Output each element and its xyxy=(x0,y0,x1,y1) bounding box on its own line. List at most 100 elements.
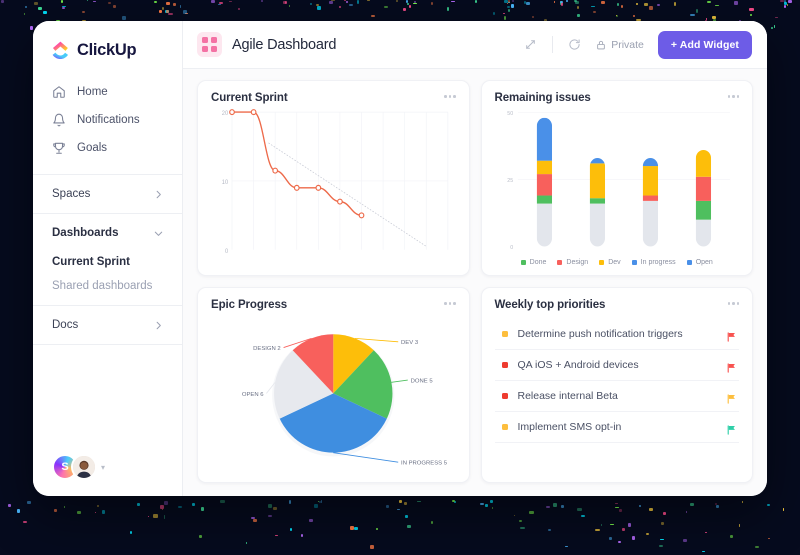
priority-label: Implement SMS opt-in xyxy=(518,421,718,433)
widget-epic-progress: Epic Progress DEV 3DONE 5IN PROGRESS 5OP… xyxy=(197,287,470,483)
brand[interactable]: ClickUp xyxy=(33,21,182,76)
svg-text:OPEN 6: OPEN 6 xyxy=(242,392,264,398)
legend-swatch xyxy=(521,260,526,265)
svg-text:DESIGN 2: DESIGN 2 xyxy=(253,346,281,352)
more-options-icon[interactable] xyxy=(728,92,740,98)
sidebar-item-label: Home xyxy=(77,86,108,98)
legend-item[interactable]: Done xyxy=(521,259,547,266)
expand-arrow-icon[interactable] xyxy=(519,38,542,51)
priority-status-dot xyxy=(502,393,508,399)
svg-text:0: 0 xyxy=(510,245,513,251)
app-window: ClickUp Home Notifications Goals xyxy=(33,21,767,496)
priority-list: Determine push notification triggers QA i… xyxy=(495,311,740,443)
card-header: Weekly top priorities xyxy=(495,299,740,311)
legend-item[interactable]: Open xyxy=(687,259,713,266)
chevron-down-icon xyxy=(153,228,164,239)
card-header: Epic Progress xyxy=(211,299,456,311)
priority-label: QA iOS + Android devices xyxy=(518,359,718,371)
sidebar-item-label: Goals xyxy=(77,142,107,154)
priority-status-dot xyxy=(502,331,508,337)
svg-text:25: 25 xyxy=(507,178,513,184)
sidebar-item-label: Notifications xyxy=(77,114,140,126)
refresh-icon[interactable] xyxy=(563,38,586,51)
pie-chart[interactable]: DEV 3DONE 5IN PROGRESS 5OPEN 6DESIGN 2 xyxy=(211,311,456,473)
sidebar-item-current-sprint[interactable]: Current Sprint xyxy=(33,252,182,272)
legend-item[interactable]: Design xyxy=(557,259,588,266)
svg-text:20: 20 xyxy=(222,111,229,117)
sidebar-section-label: Spaces xyxy=(52,188,90,200)
avatar-group[interactable]: S ▾ xyxy=(33,454,182,496)
card-header: Current Sprint xyxy=(211,92,456,104)
priority-label: Release internal Beta xyxy=(518,390,718,402)
more-options-icon[interactable] xyxy=(728,299,740,305)
priority-status-dot xyxy=(502,424,508,430)
card-title: Remaining issues xyxy=(495,92,591,104)
legend-label: Open xyxy=(696,259,713,266)
trophy-icon xyxy=(52,141,66,155)
privacy-label: Private xyxy=(611,39,644,51)
burndown-chart[interactable]: 0 10 20 xyxy=(211,104,456,266)
topbar: Agile Dashboard Private + Add Widget xyxy=(183,21,767,69)
stacked-bar-chart[interactable]: 0 25 50 xyxy=(495,104,740,257)
legend-label: Design xyxy=(566,259,588,266)
priority-row[interactable]: QA iOS + Android devices xyxy=(495,350,740,381)
legend-swatch xyxy=(632,260,637,265)
avatar[interactable] xyxy=(71,454,97,480)
widget-grid: Current Sprint 0 10 20 Remaining issues 0 2… xyxy=(183,69,767,496)
privacy-toggle[interactable]: Private xyxy=(596,39,644,51)
chart-legend: Done Design Dev In progress Open xyxy=(495,257,740,266)
priority-status-dot xyxy=(502,362,508,368)
priority-row[interactable]: Release internal Beta xyxy=(495,381,740,412)
chevron-down-icon[interactable]: ▾ xyxy=(101,463,105,472)
legend-swatch xyxy=(687,260,692,265)
sidebar-section-label: Docs xyxy=(52,319,78,331)
chevron-right-icon xyxy=(153,189,164,200)
sidebar-item-shared-dashboards[interactable]: Shared dashboards xyxy=(33,272,182,305)
dashboard-grid-icon xyxy=(197,32,222,57)
chevron-right-icon xyxy=(153,320,164,331)
primary-nav: Home Notifications Goals xyxy=(33,76,182,174)
flag-icon[interactable] xyxy=(727,360,736,370)
sidebar-item-home[interactable]: Home xyxy=(33,78,182,106)
card-title: Epic Progress xyxy=(211,299,287,311)
widget-remaining-issues: Remaining issues 0 25 50 Done Design Dev In p… xyxy=(481,80,754,276)
svg-text:0: 0 xyxy=(225,249,229,255)
sidebar-section-dashboards[interactable]: Dashboards xyxy=(33,214,182,252)
legend-label: In progress xyxy=(641,259,676,266)
add-widget-button[interactable]: + Add Widget xyxy=(658,31,752,59)
sidebar-item-notifications[interactable]: Notifications xyxy=(33,106,182,134)
brand-name: ClickUp xyxy=(77,41,136,60)
legend-swatch xyxy=(599,260,604,265)
main-content: Agile Dashboard Private + Add Widget xyxy=(183,21,767,496)
card-header: Remaining issues xyxy=(495,92,740,104)
legend-swatch xyxy=(557,260,562,265)
svg-text:DEV 3: DEV 3 xyxy=(401,340,419,346)
legend-label: Dev xyxy=(608,259,620,266)
card-title: Weekly top priorities xyxy=(495,299,606,311)
sidebar-section-label: Dashboards xyxy=(52,227,118,239)
sidebar-section-docs[interactable]: Docs xyxy=(33,306,182,344)
priority-row[interactable]: Implement SMS opt-in xyxy=(495,412,740,443)
legend-item[interactable]: Dev xyxy=(599,259,620,266)
more-options-icon[interactable] xyxy=(444,299,456,305)
sidebar-section-spaces[interactable]: Spaces xyxy=(33,175,182,213)
page-title: Agile Dashboard xyxy=(232,37,336,53)
more-options-icon[interactable] xyxy=(444,92,456,98)
widget-weekly-priorities: Weekly top priorities Determine push not… xyxy=(481,287,754,483)
svg-text:50: 50 xyxy=(507,111,513,117)
clickup-logo-icon xyxy=(51,41,70,60)
priority-row[interactable]: Determine push notification triggers xyxy=(495,319,740,350)
sidebar-item-goals[interactable]: Goals xyxy=(33,134,182,162)
flag-icon[interactable] xyxy=(727,391,736,401)
flag-icon[interactable] xyxy=(727,422,736,432)
card-title: Current Sprint xyxy=(211,92,288,104)
priority-label: Determine push notification triggers xyxy=(518,328,718,340)
legend-item[interactable]: In progress xyxy=(632,259,676,266)
flag-icon[interactable] xyxy=(727,329,736,339)
svg-text:IN PROGRESS 5: IN PROGRESS 5 xyxy=(401,461,448,467)
sidebar: ClickUp Home Notifications Goals xyxy=(33,21,183,496)
svg-text:10: 10 xyxy=(222,180,229,186)
bell-icon xyxy=(52,113,66,127)
widget-current-sprint: Current Sprint 0 10 20 xyxy=(197,80,470,276)
home-icon xyxy=(52,85,66,99)
